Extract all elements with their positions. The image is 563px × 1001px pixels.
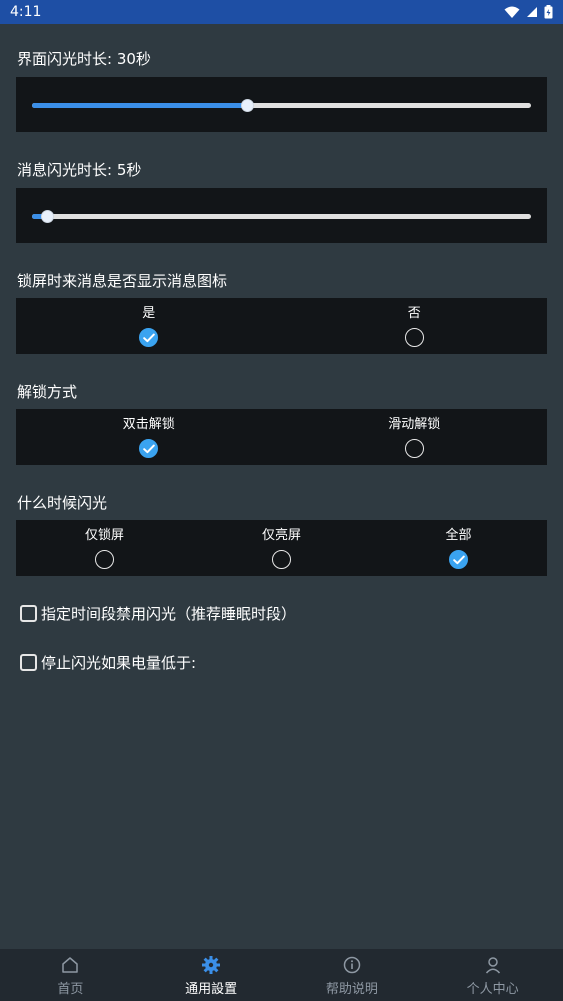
when-flash-option-all[interactable]: 全部 [370, 520, 547, 576]
message-flash-slider[interactable] [32, 210, 531, 223]
radio-button[interactable] [404, 328, 424, 347]
lockscreen-icon-option-no[interactable]: 否 [282, 298, 548, 354]
stop-low-battery-checkbox[interactable] [20, 654, 37, 671]
nav-item-home[interactable]: 首页 [0, 949, 141, 1001]
radio-button[interactable] [272, 550, 291, 569]
message-flash-slider-thumb[interactable] [40, 210, 54, 223]
screen-flash-label: 界面闪光时长: 30秒 [17, 50, 151, 68]
stop-low-battery-label: 停止闪光如果电量低于: [41, 654, 197, 672]
lockscreen-icon-radio-group: 是 否 [16, 298, 547, 354]
disable-period-label: 指定时间段禁用闪光（推荐睡眠时段） [41, 605, 297, 623]
when-flash-panel: 仅锁屏 仅亮屏 全部 [16, 520, 547, 576]
unlock-option-double-tap[interactable]: 双击解锁 [16, 409, 282, 465]
unlock-option-swipe[interactable]: 滑动解锁 [282, 409, 548, 465]
lockscreen-icon-label: 锁屏时来消息是否显示消息图标 [17, 272, 228, 290]
unlock-method-panel: 双击解锁 滑动解锁 [16, 409, 547, 465]
info-icon [342, 955, 362, 975]
radio-button[interactable] [139, 439, 159, 458]
stop-low-battery-row[interactable]: 停止闪光如果电量低于: [20, 652, 196, 673]
nav-label: 帮助说明 [325, 982, 378, 997]
message-flash-label: 消息闪光时长: 5秒 [17, 161, 142, 179]
nav-item-profile[interactable]: 个人中心 [422, 949, 563, 1001]
nav-item-settings[interactable]: 通用設置 [141, 949, 282, 1001]
unlock-method-radio-group: 双击解锁 滑动解锁 [16, 409, 547, 465]
nav-label: 个人中心 [466, 982, 519, 997]
unlock-method-label: 解锁方式 [17, 383, 78, 401]
status-icons [504, 5, 553, 19]
radio-button[interactable] [139, 328, 159, 347]
profile-icon [483, 955, 503, 975]
lockscreen-icon-option-yes[interactable]: 是 [16, 298, 282, 354]
option-label: 是 [142, 306, 156, 321]
wifi-icon [504, 6, 520, 18]
radio-button[interactable] [404, 439, 424, 458]
lockscreen-icon-panel: 是 否 [16, 298, 547, 354]
screen-flash-slider[interactable] [32, 99, 531, 112]
disable-period-checkbox[interactable] [20, 605, 37, 622]
when-flash-label: 什么时候闪光 [17, 494, 108, 512]
radio-button[interactable] [449, 550, 468, 569]
checkmark-icon [142, 333, 155, 342]
radio-button[interactable] [95, 550, 114, 569]
screen-flash-slider-fill [32, 103, 247, 108]
nav-item-help[interactable]: 帮助说明 [282, 949, 423, 1001]
screen-flash-slider-thumb[interactable] [240, 99, 254, 112]
checkmark-icon [452, 555, 465, 564]
settings-icon [201, 955, 221, 975]
checkmark-icon [142, 444, 155, 453]
status-bar: 4:11 [0, 0, 563, 24]
home-icon [60, 955, 80, 975]
disable-period-row[interactable]: 指定时间段禁用闪光（推荐睡眠时段） [20, 603, 296, 624]
bottom-nav: 首页 通用設置 帮助说明 个人中心 [0, 949, 563, 1001]
option-label: 双击解锁 [122, 417, 175, 432]
signal-icon [527, 7, 537, 17]
when-flash-option-screen-on-only[interactable]: 仅亮屏 [193, 520, 370, 576]
option-label: 仅锁屏 [84, 528, 124, 543]
battery-icon [544, 5, 553, 19]
option-label: 全部 [445, 528, 472, 543]
screen-flash-panel [16, 77, 547, 132]
when-flash-option-lock-only[interactable]: 仅锁屏 [16, 520, 193, 576]
option-label: 否 [407, 306, 421, 321]
option-label: 滑动解锁 [388, 417, 441, 432]
nav-label: 通用設置 [185, 982, 238, 997]
when-flash-radio-group: 仅锁屏 仅亮屏 全部 [16, 520, 547, 576]
status-time: 4:11 [10, 4, 42, 20]
option-label: 仅亮屏 [261, 528, 301, 543]
message-flash-panel [16, 188, 547, 243]
nav-label: 首页 [57, 982, 84, 997]
